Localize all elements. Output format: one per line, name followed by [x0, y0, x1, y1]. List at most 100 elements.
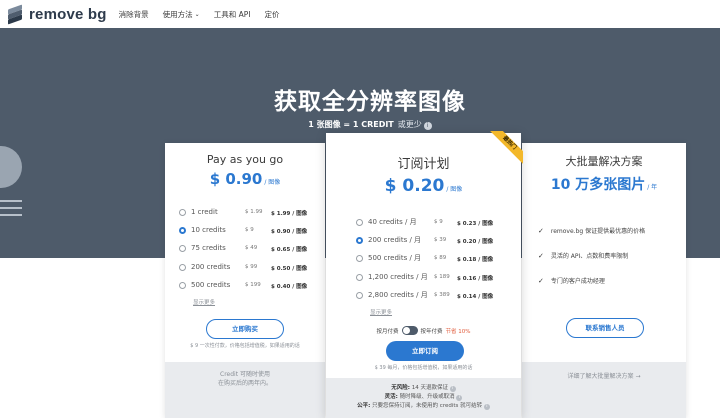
- footer-text: 14 天退款保证: [411, 385, 448, 391]
- info-icon[interactable]: i: [423, 122, 432, 130]
- guarantee-line: 无风险: 14 天退款保证 i: [326, 384, 521, 393]
- card-price: $ 0.20/ 图像: [326, 176, 521, 196]
- option-label: 2,800 credits / 月: [368, 291, 428, 299]
- most-popular-ribbon: 最热门: [487, 131, 523, 167]
- price-unit: / 图像: [446, 186, 463, 193]
- option-price: $ 49: [245, 245, 258, 251]
- show-more-link[interactable]: 显示更多: [370, 308, 392, 316]
- logo[interactable]: remove bg: [6, 4, 107, 25]
- check-icon: ✓: [538, 276, 544, 285]
- hero-subtitle: 1 张图像 = 1 CREDIT 或更少 i: [0, 119, 720, 130]
- info-icon[interactable]: i: [456, 395, 463, 401]
- credit-option[interactable]: 200 credits: [179, 262, 230, 272]
- nav-item-pricing[interactable]: 定价: [264, 9, 279, 20]
- feature-text: remove.bg 保证提供最优惠的价格: [550, 228, 646, 235]
- feature-item: ✓ remove.bg 保证提供最优惠的价格: [538, 226, 646, 236]
- option-unit-price: $ 0.23 / 图像: [457, 221, 494, 227]
- footer-text: 随时降级、升级或取消: [399, 394, 455, 400]
- fairness-line: 公平: 只要您保持订阅，未使用的 credits 就可结转 i: [326, 402, 521, 411]
- logo-text: remove bg: [29, 5, 107, 23]
- option-price: $ 389: [434, 292, 450, 298]
- radio-button[interactable]: [179, 244, 186, 252]
- fine-print: $ 9 一次性付款，价格包括增值税，如果适用的话: [190, 343, 300, 349]
- top-nav-bar: remove bg 消除背景 使用方法 ⌄ 工具和 API 定价: [0, 0, 720, 28]
- plan-option[interactable]: 2,800 credits / 月: [356, 290, 428, 300]
- price-unit: / 年: [647, 184, 658, 191]
- price-value: $ 0.90: [209, 170, 263, 188]
- footer-label: 公平:: [357, 403, 371, 409]
- feature-text: 灵活的 API、点数和费率限制: [550, 253, 629, 260]
- plan-option[interactable]: 500 credits / 月: [356, 253, 421, 263]
- option-label: 500 credits / 月: [368, 254, 422, 262]
- option-unit-price: $ 0.16 / 图像: [457, 276, 494, 282]
- credit-equation: 1 张图像 = 1 CREDIT: [308, 120, 394, 129]
- option-price: $ 1.99: [245, 209, 263, 215]
- buy-now-button[interactable]: 立即购买: [206, 319, 284, 339]
- option-label: 1,200 credits / 月: [368, 273, 428, 281]
- credit-option[interactable]: 1 credit: [179, 207, 218, 217]
- subscription-card: 最热门 订阅计划 $ 0.20/ 图像 40 credits / 月 $ 9 $…: [326, 131, 523, 418]
- credit-option[interactable]: 500 credits: [179, 280, 230, 290]
- plan-option[interactable]: 1,200 credits / 月: [356, 272, 428, 282]
- feature-item: ✓ 灵活的 API、点数和费率限制: [538, 251, 629, 261]
- show-more-link[interactable]: 显示更多: [193, 298, 215, 306]
- radio-button-selected[interactable]: [356, 236, 363, 244]
- main-nav: 消除背景 使用方法 ⌄ 工具和 API 定价: [119, 9, 280, 20]
- billing-toggle-switch[interactable]: [401, 326, 418, 335]
- nav-item-tools-api[interactable]: 工具和 API: [214, 9, 251, 20]
- footer-text: 只要您保持订阅，未使用的 credits 就可结转: [372, 403, 483, 409]
- option-price: $ 99: [245, 264, 258, 270]
- option-unit-price: $ 0.18 / 图像: [457, 257, 494, 263]
- info-icon[interactable]: i: [449, 386, 456, 392]
- option-unit-price: $ 0.90 / 图像: [271, 229, 308, 235]
- radio-button-selected[interactable]: [179, 226, 186, 234]
- option-unit-price: $ 0.20 / 图像: [457, 239, 494, 245]
- plan-option[interactable]: 40 credits / 月: [356, 217, 417, 227]
- option-price: $ 89: [434, 255, 447, 261]
- option-unit-price: $ 1.99 / 图像: [271, 211, 308, 217]
- price-value: $ 0.20: [384, 176, 445, 196]
- option-unit-price: $ 0.40 / 图像: [271, 284, 308, 290]
- radio-button[interactable]: [356, 291, 363, 299]
- credit-option[interactable]: 75 credits: [179, 243, 226, 253]
- radio-button[interactable]: [356, 218, 363, 226]
- info-icon[interactable]: i: [483, 404, 490, 410]
- option-label: 200 credits: [191, 263, 231, 271]
- card-price: 10 万多张图片 / 年: [522, 174, 686, 194]
- radio-button[interactable]: [179, 208, 186, 216]
- ribbon-label: 最热门: [487, 131, 523, 167]
- contact-sales-button[interactable]: 联系销售人员: [566, 318, 644, 338]
- monthly-label: 按月付费: [376, 328, 399, 335]
- card-title: 大批量解决方案: [565, 155, 643, 168]
- radio-button[interactable]: [179, 281, 186, 289]
- option-price: $ 9: [434, 219, 443, 225]
- card-title: Pay as you go: [206, 153, 284, 166]
- nav-item-how-to[interactable]: 使用方法 ⌄: [163, 9, 200, 20]
- footer-line: Credit 可随时使用: [220, 371, 270, 378]
- option-price: $ 9: [245, 227, 254, 233]
- pay-as-you-go-card: Pay as you go $ 0.90/ 图像 1 credit $ 1.99…: [165, 143, 325, 418]
- radio-button[interactable]: [356, 254, 363, 262]
- savings-badge: 节省 10%: [445, 328, 471, 335]
- radio-button[interactable]: [356, 273, 363, 281]
- option-unit-price: $ 0.65 / 图像: [271, 247, 308, 253]
- option-label: 1 credit: [191, 208, 218, 216]
- credit-option[interactable]: 10 credits: [179, 225, 226, 235]
- price-unit: / 图像: [264, 179, 281, 186]
- bulk-solutions-card: 大批量解决方案 10 万多张图片 / 年 ✓ remove.bg 保证提供最优惠的…: [522, 143, 686, 418]
- nav-item-remove-bg[interactable]: 消除背景: [119, 9, 149, 20]
- footer-label: 灵活:: [384, 394, 398, 400]
- footer-label: 无风险:: [391, 385, 410, 391]
- option-label: 75 credits: [191, 244, 226, 252]
- radio-button[interactable]: [179, 263, 186, 271]
- subscribe-button[interactable]: 立即订阅: [386, 341, 464, 361]
- check-icon: ✓: [538, 251, 544, 260]
- bulk-learn-more-link[interactable]: 详细了解大批量解决方案 →: [522, 372, 686, 381]
- option-label: 40 credits / 月: [368, 218, 417, 226]
- flexibility-line: 灵活: 随时降级、升级或取消 i: [326, 393, 521, 402]
- option-price: $ 199: [245, 282, 261, 288]
- option-unit-price: $ 0.14 / 图像: [457, 294, 494, 300]
- card-footer: Credit 可随时使用 在购买后的两年内。: [165, 362, 325, 418]
- plan-option[interactable]: 200 credits / 月: [356, 235, 421, 245]
- page-title: 获取全分辨率图像: [274, 89, 466, 115]
